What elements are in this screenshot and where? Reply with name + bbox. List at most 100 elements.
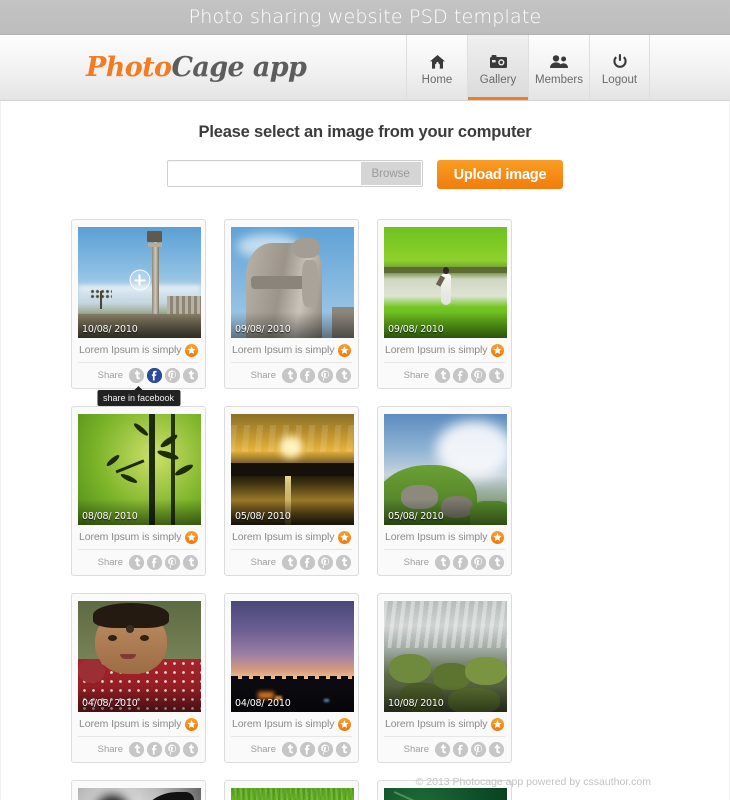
twitter-icon[interactable]: [282, 368, 297, 383]
photo-caption: Lorem Ipsum is simply: [79, 344, 182, 356]
photo-thumbnail[interactable]: 05/08/ 2010: [231, 414, 354, 525]
photo-thumbnail[interactable]: 04/08/ 2010: [231, 601, 354, 712]
favorite-star-icon[interactable]: [338, 343, 351, 357]
photo-card[interactable]: 09/08/ 2010 Lorem Ipsum is simply Share: [224, 219, 359, 389]
favorite-star-icon[interactable]: [185, 343, 198, 357]
facebook-icon[interactable]: [453, 742, 468, 757]
photo-caption: Lorem Ipsum is simply: [385, 344, 488, 356]
share-label: Share: [250, 557, 276, 568]
tumblr-icon[interactable]: [336, 368, 351, 383]
site-header: PhotoCage app Home Gallery Members Logout: [0, 35, 730, 101]
twitter-icon[interactable]: [129, 555, 144, 570]
photo-card[interactable]: 09/08/ 2010 Lorem Ipsum is simply Share: [377, 219, 512, 389]
photo-date: 05/08/ 2010: [388, 511, 444, 522]
twitter-icon[interactable]: [282, 742, 297, 757]
favorite-star-icon[interactable]: [338, 717, 351, 731]
pinterest-icon[interactable]: [318, 368, 333, 383]
facebook-icon[interactable]: [300, 555, 315, 570]
share-label: Share: [97, 370, 123, 381]
photo-caption: Lorem Ipsum is simply: [79, 718, 182, 730]
facebook-icon[interactable]: [453, 555, 468, 570]
favorite-star-icon[interactable]: [185, 530, 198, 544]
photo-card[interactable]: 04/08/ 2010 Lorem Ipsum is simply Share: [224, 593, 359, 763]
photo-card[interactable]: 10/08/ 2010 Lorem Ipsum is simply Share sha…: [71, 219, 206, 406]
photo-card[interactable]: 08/08/ 2010 Lorem Ipsum is simply Share: [71, 406, 206, 576]
photo-thumbnail[interactable]: 10/08/ 2010: [384, 601, 507, 712]
browse-button[interactable]: Browse: [360, 162, 421, 185]
favorite-star-icon[interactable]: [491, 717, 504, 731]
tumblr-icon[interactable]: [336, 555, 351, 570]
pinterest-icon[interactable]: [471, 555, 486, 570]
photo-thumbnail[interactable]: 09/08/ 2010: [384, 227, 507, 338]
share-row: Share: [231, 737, 352, 762]
photo-card[interactable]: 05/08/ 2010 Lorem Ipsum is simply Share: [377, 406, 512, 576]
photo-date: 05/08/ 2010: [235, 511, 291, 522]
pinterest-icon[interactable]: [165, 742, 180, 757]
facebook-icon[interactable]: [300, 742, 315, 757]
tumblr-icon[interactable]: [489, 368, 504, 383]
photo-card[interactable]: 10/08/ 2010Lorem Ipsum is simplyShare: [377, 593, 512, 763]
twitter-icon[interactable]: [129, 368, 144, 383]
nav-item-members[interactable]: Members: [528, 35, 589, 100]
page-banner-title: Photo sharing website PSD template: [188, 6, 542, 28]
facebook-icon[interactable]: [147, 555, 162, 570]
share-row: Share share in facebook: [78, 363, 199, 406]
twitter-icon[interactable]: [282, 555, 297, 570]
pinterest-icon[interactable]: [165, 555, 180, 570]
upload-image-button[interactable]: Upload image: [436, 160, 564, 189]
photo-thumbnail[interactable]: 09/08/ 2010: [231, 227, 354, 338]
tumblr-icon[interactable]: [489, 742, 504, 757]
photo-thumbnail[interactable]: 10/08/ 2010: [78, 227, 201, 338]
photo-image: [384, 788, 507, 800]
facebook-icon[interactable]: [147, 742, 162, 757]
favorite-star-icon[interactable]: [491, 530, 504, 544]
twitter-icon[interactable]: [129, 742, 144, 757]
zoom-plus-icon[interactable]: [129, 269, 150, 291]
nav-item-home[interactable]: Home: [406, 35, 467, 100]
pinterest-icon[interactable]: [318, 742, 333, 757]
photo-thumbnail[interactable]: 04/08/ 2010: [78, 601, 201, 712]
twitter-icon[interactable]: [435, 742, 450, 757]
site-logo[interactable]: PhotoCage app: [86, 52, 307, 83]
tumblr-icon[interactable]: [336, 742, 351, 757]
photo-thumbnail[interactable]: 10/08/ 2010: [231, 788, 354, 800]
photo-caption-row: Lorem Ipsum is simply: [231, 525, 352, 550]
share-tooltip: share in facebook: [96, 390, 181, 406]
photo-thumbnail[interactable]: 10/08/ 2010: [78, 788, 201, 800]
tumblr-icon[interactable]: [489, 555, 504, 570]
photo-caption-row: Lorem Ipsum is simply: [78, 525, 199, 550]
upload-form: Browse Upload image: [1, 160, 729, 189]
share-label: Share: [403, 557, 429, 568]
pinterest-icon[interactable]: [318, 555, 333, 570]
photo-thumbnail[interactable]: 08/08/ 2010: [78, 414, 201, 525]
twitter-icon[interactable]: [435, 368, 450, 383]
photo-card[interactable]: 05/08/ 2010 Lorem Ipsum is simply Share: [224, 406, 359, 576]
file-path-input[interactable]: [168, 161, 361, 186]
file-input-wrapper[interactable]: Browse: [166, 160, 423, 187]
tumblr-icon[interactable]: [183, 368, 198, 383]
twitter-icon[interactable]: [435, 555, 450, 570]
photo-date: 08/08/ 2010: [82, 511, 138, 522]
photo-caption: Lorem Ipsum is simply: [232, 344, 335, 356]
tumblr-icon[interactable]: [183, 742, 198, 757]
nav-item-gallery[interactable]: Gallery: [467, 35, 528, 100]
facebook-icon[interactable]: [300, 368, 315, 383]
facebook-icon[interactable]: [147, 368, 162, 383]
pinterest-icon[interactable]: [471, 742, 486, 757]
pinterest-icon[interactable]: [165, 368, 180, 383]
photo-card[interactable]: 10/08/ 2010Lorem Ipsum is simplyShare: [71, 780, 206, 800]
pinterest-icon[interactable]: [471, 368, 486, 383]
nav-item-logout[interactable]: Logout: [589, 35, 650, 100]
photo-thumbnail[interactable]: 10/08/ 2010: [384, 788, 507, 800]
tumblr-icon[interactable]: [183, 555, 198, 570]
favorite-star-icon[interactable]: [491, 343, 504, 357]
nav-item-label: Members: [535, 74, 583, 86]
share-label: Share: [250, 370, 276, 381]
facebook-icon[interactable]: [453, 368, 468, 383]
favorite-star-icon[interactable]: [338, 530, 351, 544]
favorite-star-icon[interactable]: [185, 717, 198, 731]
nav-item-label: Logout: [601, 74, 638, 86]
photo-card[interactable]: 10/08/ 2010Lorem Ipsum is simplyShare: [224, 780, 359, 800]
photo-thumbnail[interactable]: 05/08/ 2010: [384, 414, 507, 525]
photo-card[interactable]: 04/08/ 2010 Lorem Ipsum is simply Share: [71, 593, 206, 763]
